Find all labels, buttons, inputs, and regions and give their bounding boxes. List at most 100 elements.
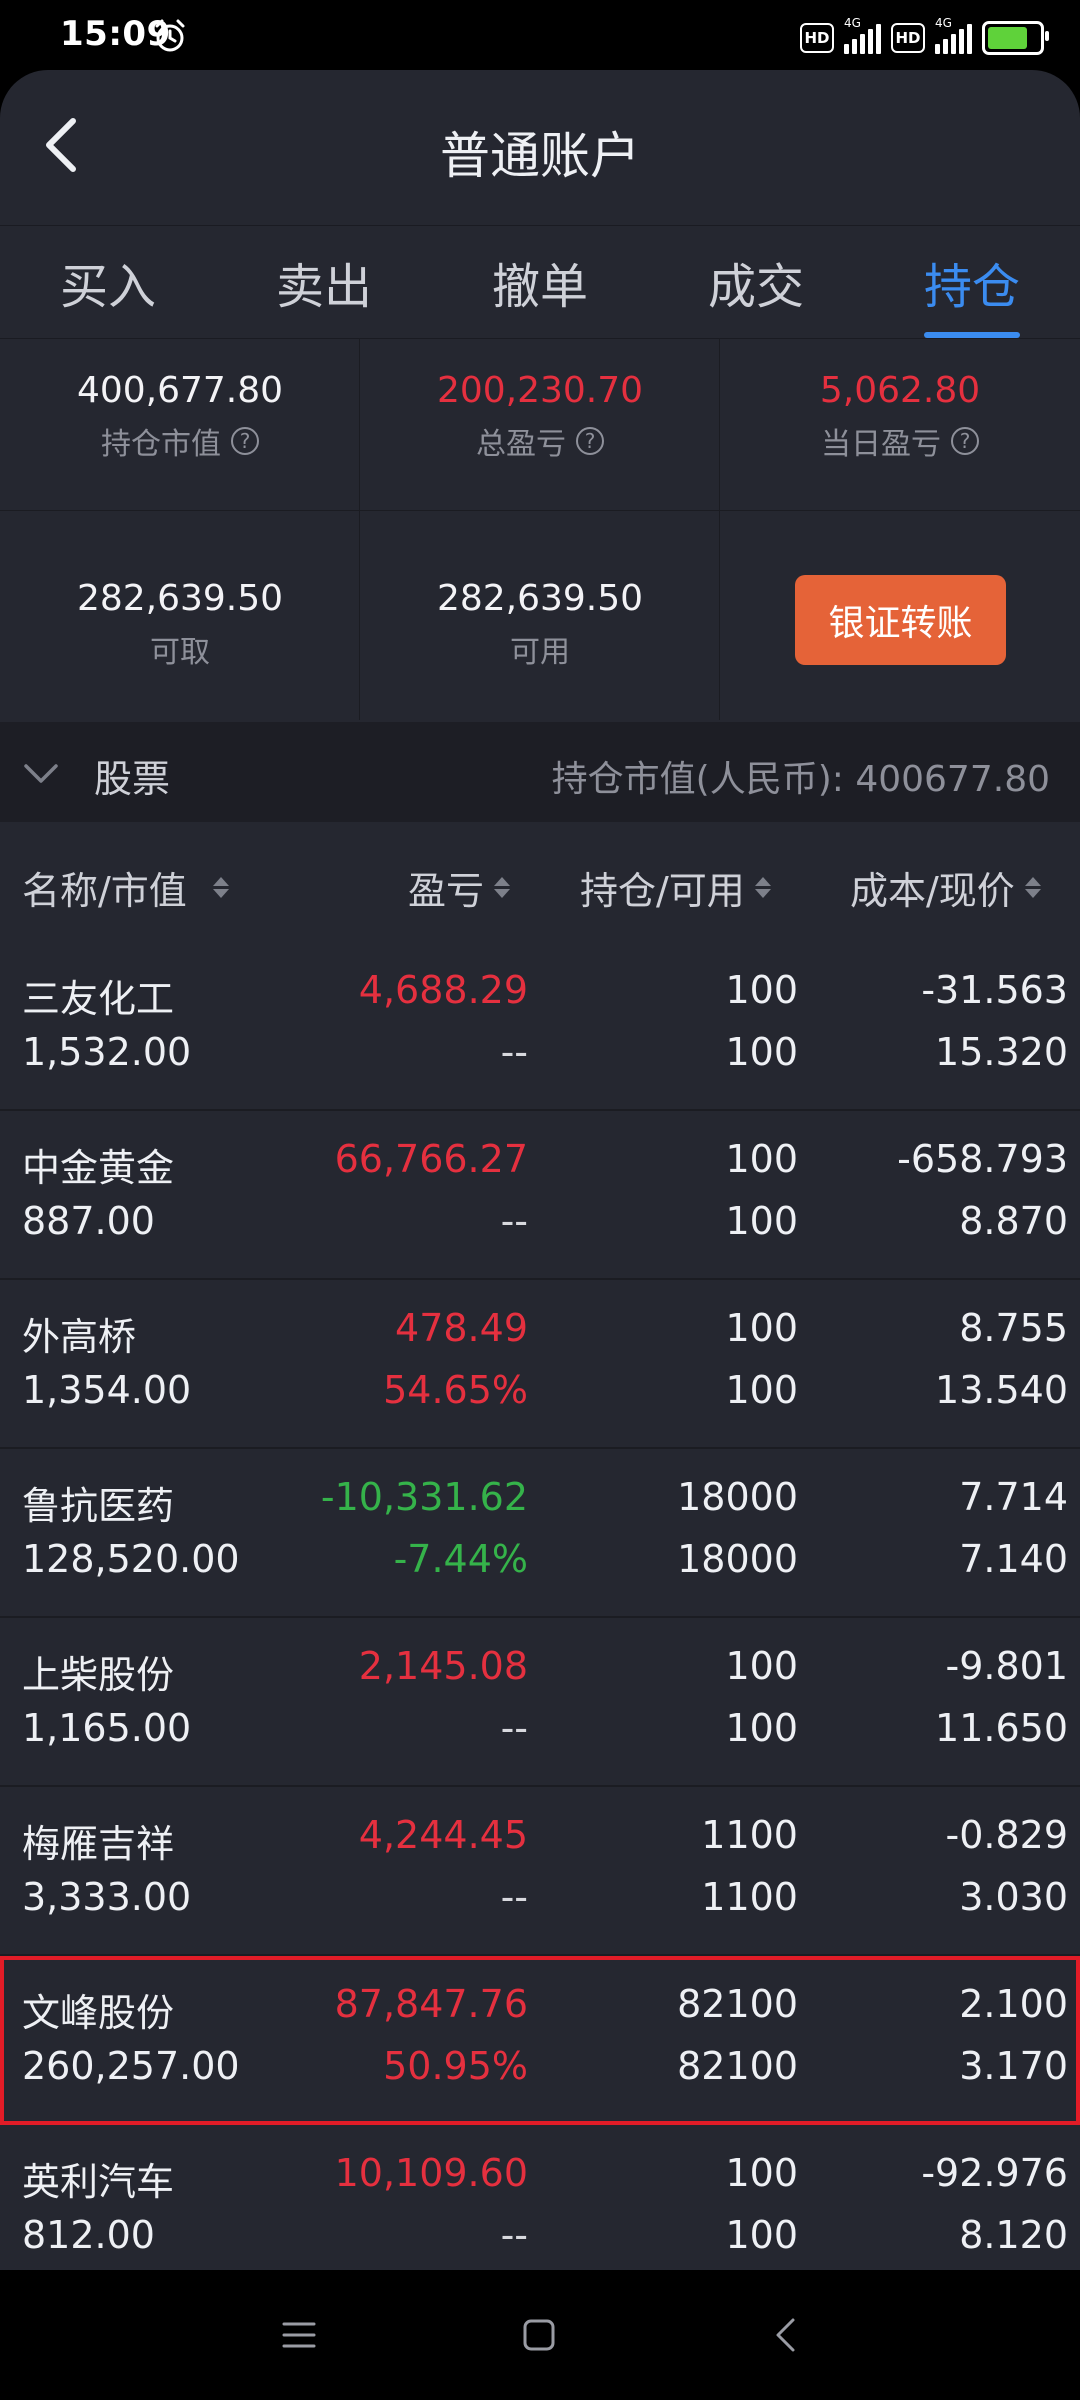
sort-cost-header[interactable]: 成本/现价 (850, 860, 1041, 915)
table-row[interactable]: 三友化工 1,532.00 4,688.29 -- 100 100 -31.56… (0, 942, 1080, 1111)
available-label: 可用 (510, 635, 570, 670)
signal-icon: 4G (935, 16, 972, 54)
stock-price: 13.540 (935, 1368, 1068, 1412)
stock-market-value: 887.00 (22, 1199, 155, 1243)
tab-buy[interactable]: 买入 (0, 226, 216, 338)
stock-pnl: 10,109.60 (334, 2151, 528, 2195)
back-nav-button[interactable] (760, 2310, 810, 2360)
stock-name: 三友化工 (22, 977, 175, 1021)
stock-price: 11.650 (935, 1706, 1068, 1750)
screen: 15:09 HD 4G HD 4G 普通账户 买入 卖出 撤单 成交 持仓 40… (0, 0, 1080, 2400)
daily-pnl-label: 当日盈亏 (821, 427, 941, 462)
holdings-list: 三友化工 1,532.00 4,688.29 -- 100 100 -31.56… (0, 942, 1080, 2270)
menu-nav-button[interactable] (274, 2310, 324, 2360)
stock-market-value: 1,165.00 (22, 1706, 192, 1750)
stock-pnl-pct: -- (500, 1030, 528, 1074)
stock-cost: -658.793 (897, 1137, 1068, 1181)
market-value-label: 持仓市值 (101, 427, 221, 462)
section-market-value: 持仓市值(人民币): 400677.80 (551, 759, 1050, 800)
stock-available: 18000 (677, 1537, 798, 1581)
stock-holding: 100 (725, 2151, 798, 2195)
status-bar: 15:09 HD 4G HD 4G (0, 0, 1080, 72)
table-row[interactable]: 外高桥 1,354.00 478.49 54.65% 100 100 8.755… (0, 1280, 1080, 1449)
home-nav-button[interactable] (514, 2310, 564, 2360)
stock-market-value: 1,354.00 (22, 1368, 192, 1412)
stock-cost: 2.100 (959, 1982, 1068, 2026)
stock-market-value: 260,257.00 (22, 2044, 240, 2088)
home-square-icon (523, 2319, 555, 2351)
stock-market-value: 1,532.00 (22, 1030, 192, 1074)
tab-cancel[interactable]: 撤单 (432, 226, 648, 338)
menu-icon (282, 2322, 316, 2348)
table-row[interactable]: 鲁抗医药 128,520.00 -10,331.62 -7.44% 18000 … (0, 1449, 1080, 1618)
stock-price: 8.870 (959, 1199, 1068, 1243)
column-headers: 名称/市值 盈亏 持仓/可用 成本/现价 (0, 822, 1080, 942)
sort-name-header[interactable]: 名称/市值 (22, 860, 229, 915)
withdrawable-amount: 282,639.50 (76, 578, 284, 619)
battery-icon (982, 21, 1049, 55)
stock-holding: 1100 (701, 1813, 798, 1857)
sort-icon (494, 877, 511, 898)
stock-pnl-pct: -- (500, 1875, 528, 1919)
column-label: 持仓/可用 (580, 869, 745, 913)
stock-cost: -31.563 (921, 968, 1068, 1012)
stock-market-value: 3,333.00 (22, 1875, 192, 1919)
system-nav-bar (0, 2270, 1080, 2400)
stock-price: 3.030 (959, 1875, 1068, 1919)
stock-holding: 100 (725, 1137, 798, 1181)
market-value-cell: 400,677.80 持仓市值 ? (0, 370, 360, 463)
divider (0, 510, 1080, 511)
market-value: 400,677.80 (76, 370, 284, 411)
network-label: 4G (844, 16, 861, 30)
stock-cost: 7.714 (959, 1475, 1068, 1519)
sort-pnl-header[interactable]: 盈亏 (408, 860, 511, 915)
stock-available: 100 (725, 1368, 798, 1412)
sort-icon (754, 877, 771, 898)
stock-name: 外高桥 (22, 1315, 137, 1359)
bank-transfer-button[interactable]: 银证转账 (795, 575, 1006, 665)
sort-holding-header[interactable]: 持仓/可用 (580, 860, 771, 915)
tab-positions[interactable]: 持仓 (864, 226, 1080, 338)
stock-pnl-pct: 54.65% (383, 1368, 528, 1412)
table-row[interactable]: 梅雁吉祥 3,333.00 4,244.45 -- 1100 1100 -0.8… (0, 1787, 1080, 1956)
available-amount: 282,639.50 (436, 578, 644, 619)
table-row[interactable]: 英利汽车 812.00 10,109.60 -- 100 100 -92.976… (0, 2125, 1080, 2270)
stock-name: 中金黄金 (22, 1146, 175, 1190)
stock-price: 7.140 (959, 1537, 1068, 1581)
column-label: 盈亏 (408, 869, 485, 913)
stocks-section-header[interactable]: 股票 持仓市值(人民币): 400677.80 (0, 722, 1080, 822)
stock-available: 100 (725, 2213, 798, 2257)
stock-pnl-pct: -7.44% (393, 1537, 528, 1581)
stock-name: 上柴股份 (22, 1653, 175, 1697)
stock-cost: -92.976 (921, 2151, 1068, 2195)
chevron-down-icon (24, 764, 58, 783)
table-row[interactable]: 中金黄金 887.00 66,766.27 -- 100 100 -658.79… (0, 1111, 1080, 1280)
stock-holding: 100 (725, 1306, 798, 1350)
stock-holding: 18000 (677, 1475, 798, 1519)
stock-pnl-pct: -- (500, 1199, 528, 1243)
stock-pnl: -10,331.62 (320, 1475, 528, 1519)
signal-icon: 4G (844, 16, 881, 54)
alarm-icon (155, 19, 185, 52)
help-icon[interactable]: ? (231, 427, 259, 455)
help-icon[interactable]: ? (951, 427, 979, 455)
help-icon[interactable]: ? (576, 427, 604, 455)
column-label: 成本/现价 (850, 869, 1015, 913)
status-icons: HD 4G HD 4G (800, 16, 1049, 58)
daily-pnl-cell: 5,062.80 当日盈亏 ? (720, 370, 1080, 463)
tab-deals[interactable]: 成交 (648, 226, 864, 338)
hd-icon: HD (800, 23, 834, 53)
withdrawable-cell: 282,639.50 可取 (0, 578, 360, 671)
daily-pnl: 5,062.80 (819, 370, 981, 411)
withdrawable-label: 可取 (150, 635, 210, 670)
stock-pnl-pct: 50.95% (383, 2044, 528, 2088)
stock-holding: 100 (725, 1644, 798, 1688)
back-triangle-icon (776, 2318, 795, 2352)
total-pnl-label: 总盈亏 (476, 427, 566, 462)
stock-name: 英利汽车 (22, 2160, 175, 2204)
hd-icon: HD (891, 23, 925, 53)
table-row[interactable]: 上柴股份 1,165.00 2,145.08 -- 100 100 -9.801… (0, 1618, 1080, 1787)
table-row-highlighted[interactable]: 文峰股份 260,257.00 87,847.76 50.95% 82100 8… (0, 1956, 1080, 2125)
stock-market-value: 812.00 (22, 2213, 155, 2257)
tab-sell[interactable]: 卖出 (216, 226, 432, 338)
